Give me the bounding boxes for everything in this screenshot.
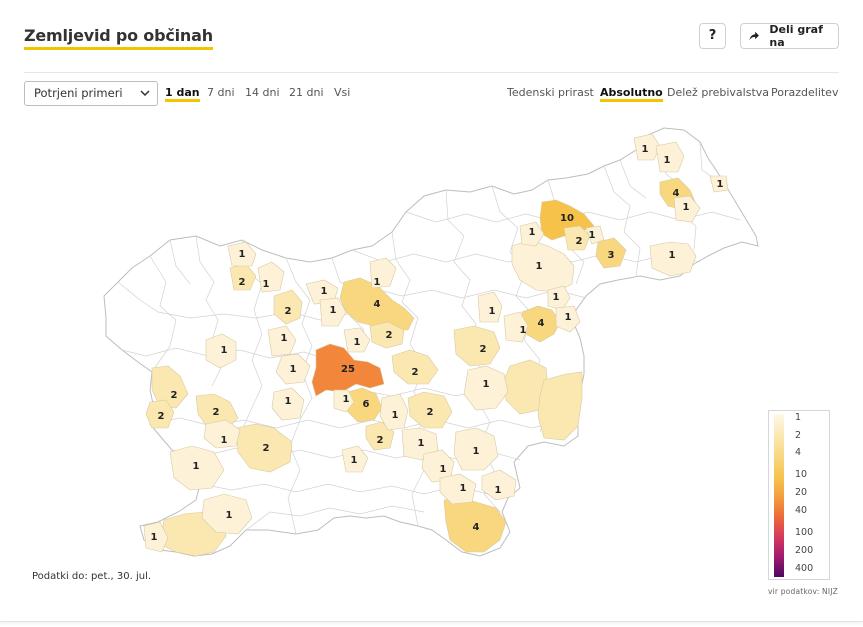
map-label: 25 [341, 364, 355, 375]
help-button[interactable]: ? [699, 23, 726, 49]
legend-label: 10 [795, 469, 808, 480]
tab-7-dni[interactable]: 7 dni [207, 86, 235, 99]
map-label: 2 [239, 277, 246, 288]
map-label: 4 [473, 522, 480, 533]
map-label: 2 [377, 435, 384, 446]
map-label: 1 [193, 461, 200, 472]
map-label: 4 [374, 299, 381, 310]
legend-label: 2 [795, 430, 802, 441]
map-label: 2 [386, 330, 393, 341]
color-legend: 1 2 4 10 20 40 100 200 400 [768, 410, 830, 580]
tab-vsi[interactable]: Vsi [334, 86, 350, 99]
share-button-label: Deli graf na [769, 23, 823, 49]
share-button[interactable]: Deli graf na [740, 23, 839, 49]
map-label: 4 [538, 318, 545, 329]
map-label: 1 [151, 532, 158, 543]
legend-label: 40 [795, 505, 808, 516]
map-label: 1 [226, 510, 233, 521]
page-title: Zemljevid po občinah [24, 26, 213, 50]
map-label: 10 [560, 213, 574, 224]
legend-label: 4 [795, 447, 802, 458]
map-svg: 1 1 1 4 1 10 2 1 3 1 1 1 1 4 1 1 2 1 1 1 [103, 127, 759, 557]
data-date-footnote: Podatki do: pet., 30. jul. [32, 571, 152, 582]
map-label: 2 [576, 236, 583, 247]
map-label: 1 [642, 144, 649, 155]
tab-delez-prebivalstva[interactable]: Delež prebivalstva [667, 86, 769, 99]
legend-label: 1 [795, 412, 802, 423]
tab-porazdelitev[interactable]: Porazdelitev [771, 86, 838, 99]
map-label: 1 [374, 277, 381, 288]
legend-label: 200 [795, 545, 814, 556]
map-label: 1 [669, 250, 676, 261]
map-label: 1 [483, 379, 490, 390]
tab-1-dan[interactable]: 1 dan [165, 86, 200, 102]
legend-label: 20 [795, 487, 808, 498]
map-label: 1 [392, 410, 399, 421]
map-label: 1 [354, 337, 361, 348]
map-label: 2 [263, 443, 270, 454]
map-label: 1 [489, 306, 496, 317]
map-label: 2 [480, 344, 487, 355]
map-label: 1 [281, 333, 288, 344]
map-label: 4 [673, 188, 680, 199]
map-label: 1 [285, 396, 292, 407]
map-label: 1 [495, 485, 502, 496]
map-label: 1 [553, 292, 560, 303]
map-label: 1 [239, 249, 246, 260]
map-label: 3 [608, 250, 615, 261]
map-label: 1 [529, 227, 536, 238]
map-label: 1 [536, 261, 543, 272]
map-label: 1 [565, 312, 572, 323]
map-label: 1 [589, 230, 596, 241]
map-label: 2 [213, 407, 220, 418]
map-label: 1 [418, 438, 425, 449]
map-label: 1 [520, 325, 527, 336]
map-label: 1 [460, 483, 467, 494]
data-source: vir podatkov: NIJZ [768, 587, 839, 596]
chevron-down-icon [140, 90, 150, 96]
map-label: 1 [221, 435, 228, 446]
map-label: 1 [330, 305, 337, 316]
map-label: 6 [363, 399, 370, 410]
map-label: 2 [171, 390, 178, 401]
legend-label: 400 [795, 563, 814, 574]
legend-gradient-bar [774, 414, 784, 577]
map-label: 2 [158, 411, 165, 422]
map-label: 1 [717, 179, 724, 190]
map-label: 2 [285, 306, 292, 317]
map-label: 1 [263, 279, 270, 290]
share-arrow-icon [749, 31, 759, 41]
map-label: 1 [290, 364, 297, 375]
map-label: 2 [412, 367, 419, 378]
map-label: 1 [351, 455, 358, 466]
legend-label: 100 [795, 527, 814, 538]
map-label: 1 [664, 155, 671, 166]
tab-absolutno[interactable]: Absolutno [600, 86, 663, 102]
municipality-map[interactable]: 1 1 1 4 1 10 2 1 3 1 1 1 1 4 1 1 2 1 1 1 [100, 122, 765, 567]
map-label: 1 [343, 394, 350, 405]
map-label: 1 [440, 464, 447, 475]
chart-card: Zemljevid po občinah ? Deli graf na Potr… [0, 0, 863, 622]
tab-tedenski-prirast[interactable]: Tedenski prirast [507, 86, 594, 99]
map-label: 2 [427, 407, 434, 418]
map-label: 1 [321, 286, 328, 297]
map-label: 1 [683, 202, 690, 213]
metric-select-value: Potrjeni primeri [34, 86, 123, 100]
metric-select[interactable]: Potrjeni primeri [24, 81, 158, 106]
header-divider [24, 72, 839, 73]
map-label: 1 [473, 446, 480, 457]
tab-14-dni[interactable]: 14 dni [245, 86, 280, 99]
tab-21-dni[interactable]: 21 dni [289, 86, 324, 99]
map-label: 1 [221, 345, 228, 356]
